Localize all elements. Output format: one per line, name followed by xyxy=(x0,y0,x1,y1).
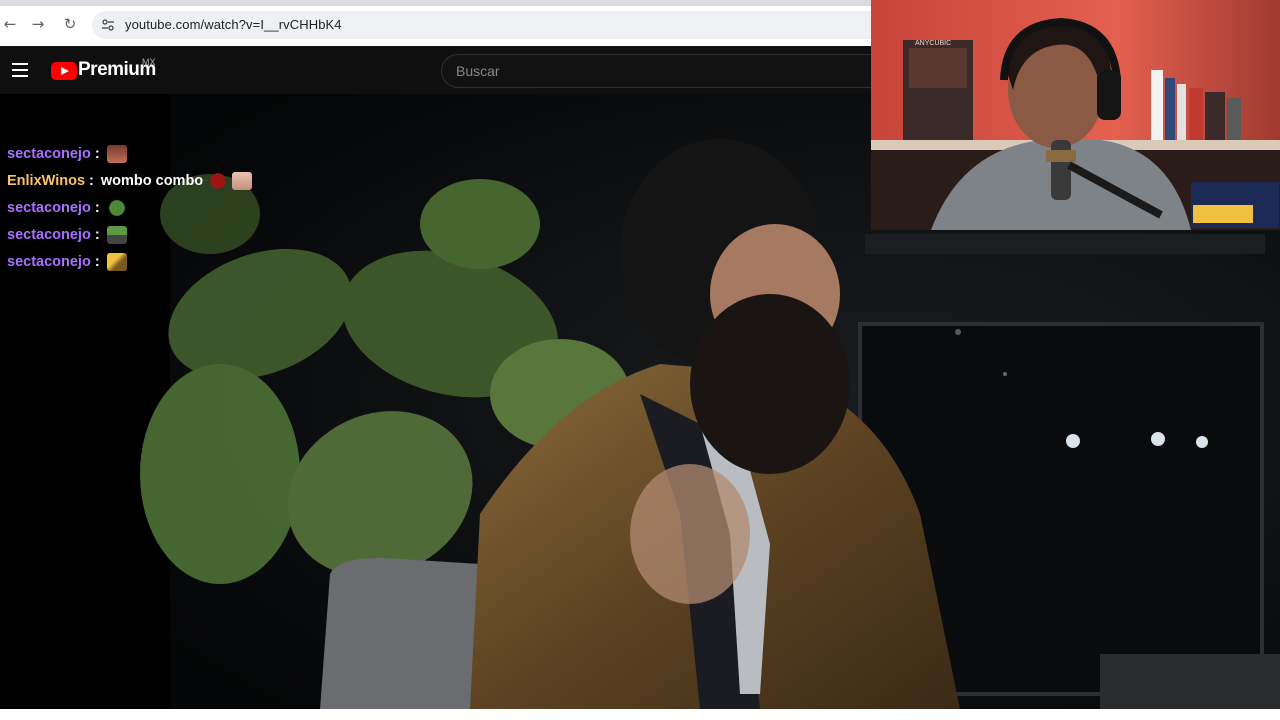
reload-icon[interactable]: ↻ xyxy=(60,14,80,34)
chat-message: EnlixWinos : wombo combo xyxy=(0,167,300,194)
youtube-logo-icon[interactable] xyxy=(51,62,77,80)
arrow-left-icon[interactable]: ← xyxy=(0,14,20,34)
red-blob-emote-icon xyxy=(208,171,229,190)
arrow-right-icon[interactable]: → xyxy=(28,14,48,34)
chat-separator: : xyxy=(89,172,94,189)
chat-separator: : xyxy=(94,199,100,216)
chat-username: EnlixWinos xyxy=(7,172,86,189)
hamburger-icon[interactable] xyxy=(12,63,28,77)
chat-username: sectaconejo xyxy=(7,226,91,243)
browser-toolbar: ← → ↻ youtube.com/watch?v=I__rvCHHbK4 xyxy=(0,0,871,46)
url-text[interactable]: youtube.com/watch?v=I__rvCHHbK4 xyxy=(125,17,342,32)
chat-message: sectaconejo : xyxy=(0,221,300,248)
chat-username: sectaconejo xyxy=(7,199,91,216)
chat-overlay: sectaconejo : EnlixWinos : wombo combo s… xyxy=(0,140,300,275)
chat-message: sectaconejo : xyxy=(0,140,300,167)
chat-separator: : xyxy=(94,253,100,270)
chat-username: sectaconejo xyxy=(7,145,91,162)
yellow-figure-emote-icon xyxy=(106,252,127,271)
youtube-header: Premium MX Buscar xyxy=(0,46,871,94)
chat-text: wombo combo xyxy=(100,172,204,189)
region-code: MX xyxy=(142,57,156,67)
webcam-frame: ANYCUBIC xyxy=(871,0,1280,230)
tab-strip xyxy=(0,0,871,6)
bottom-strip xyxy=(0,709,1280,720)
tune-icon[interactable] xyxy=(100,17,116,33)
webcam-overlay: ANYCUBIC xyxy=(871,0,1280,230)
search-placeholder: Buscar xyxy=(456,63,500,79)
address-bar[interactable]: youtube.com/watch?v=I__rvCHHbK4 xyxy=(92,11,871,39)
chat-separator: : xyxy=(94,226,100,243)
frog-emote-icon xyxy=(106,198,127,217)
face-emote-icon xyxy=(232,171,253,190)
search-input[interactable]: Buscar xyxy=(441,54,871,88)
face-emote-icon xyxy=(106,144,127,163)
chat-username: sectaconejo xyxy=(7,253,91,270)
chat-message: sectaconejo : xyxy=(0,248,300,275)
chat-separator: : xyxy=(94,145,100,162)
webcam-brand-text: ANYCUBIC xyxy=(915,40,951,47)
chat-message: sectaconejo : xyxy=(0,194,300,221)
frog-car-emote-icon xyxy=(106,225,127,244)
